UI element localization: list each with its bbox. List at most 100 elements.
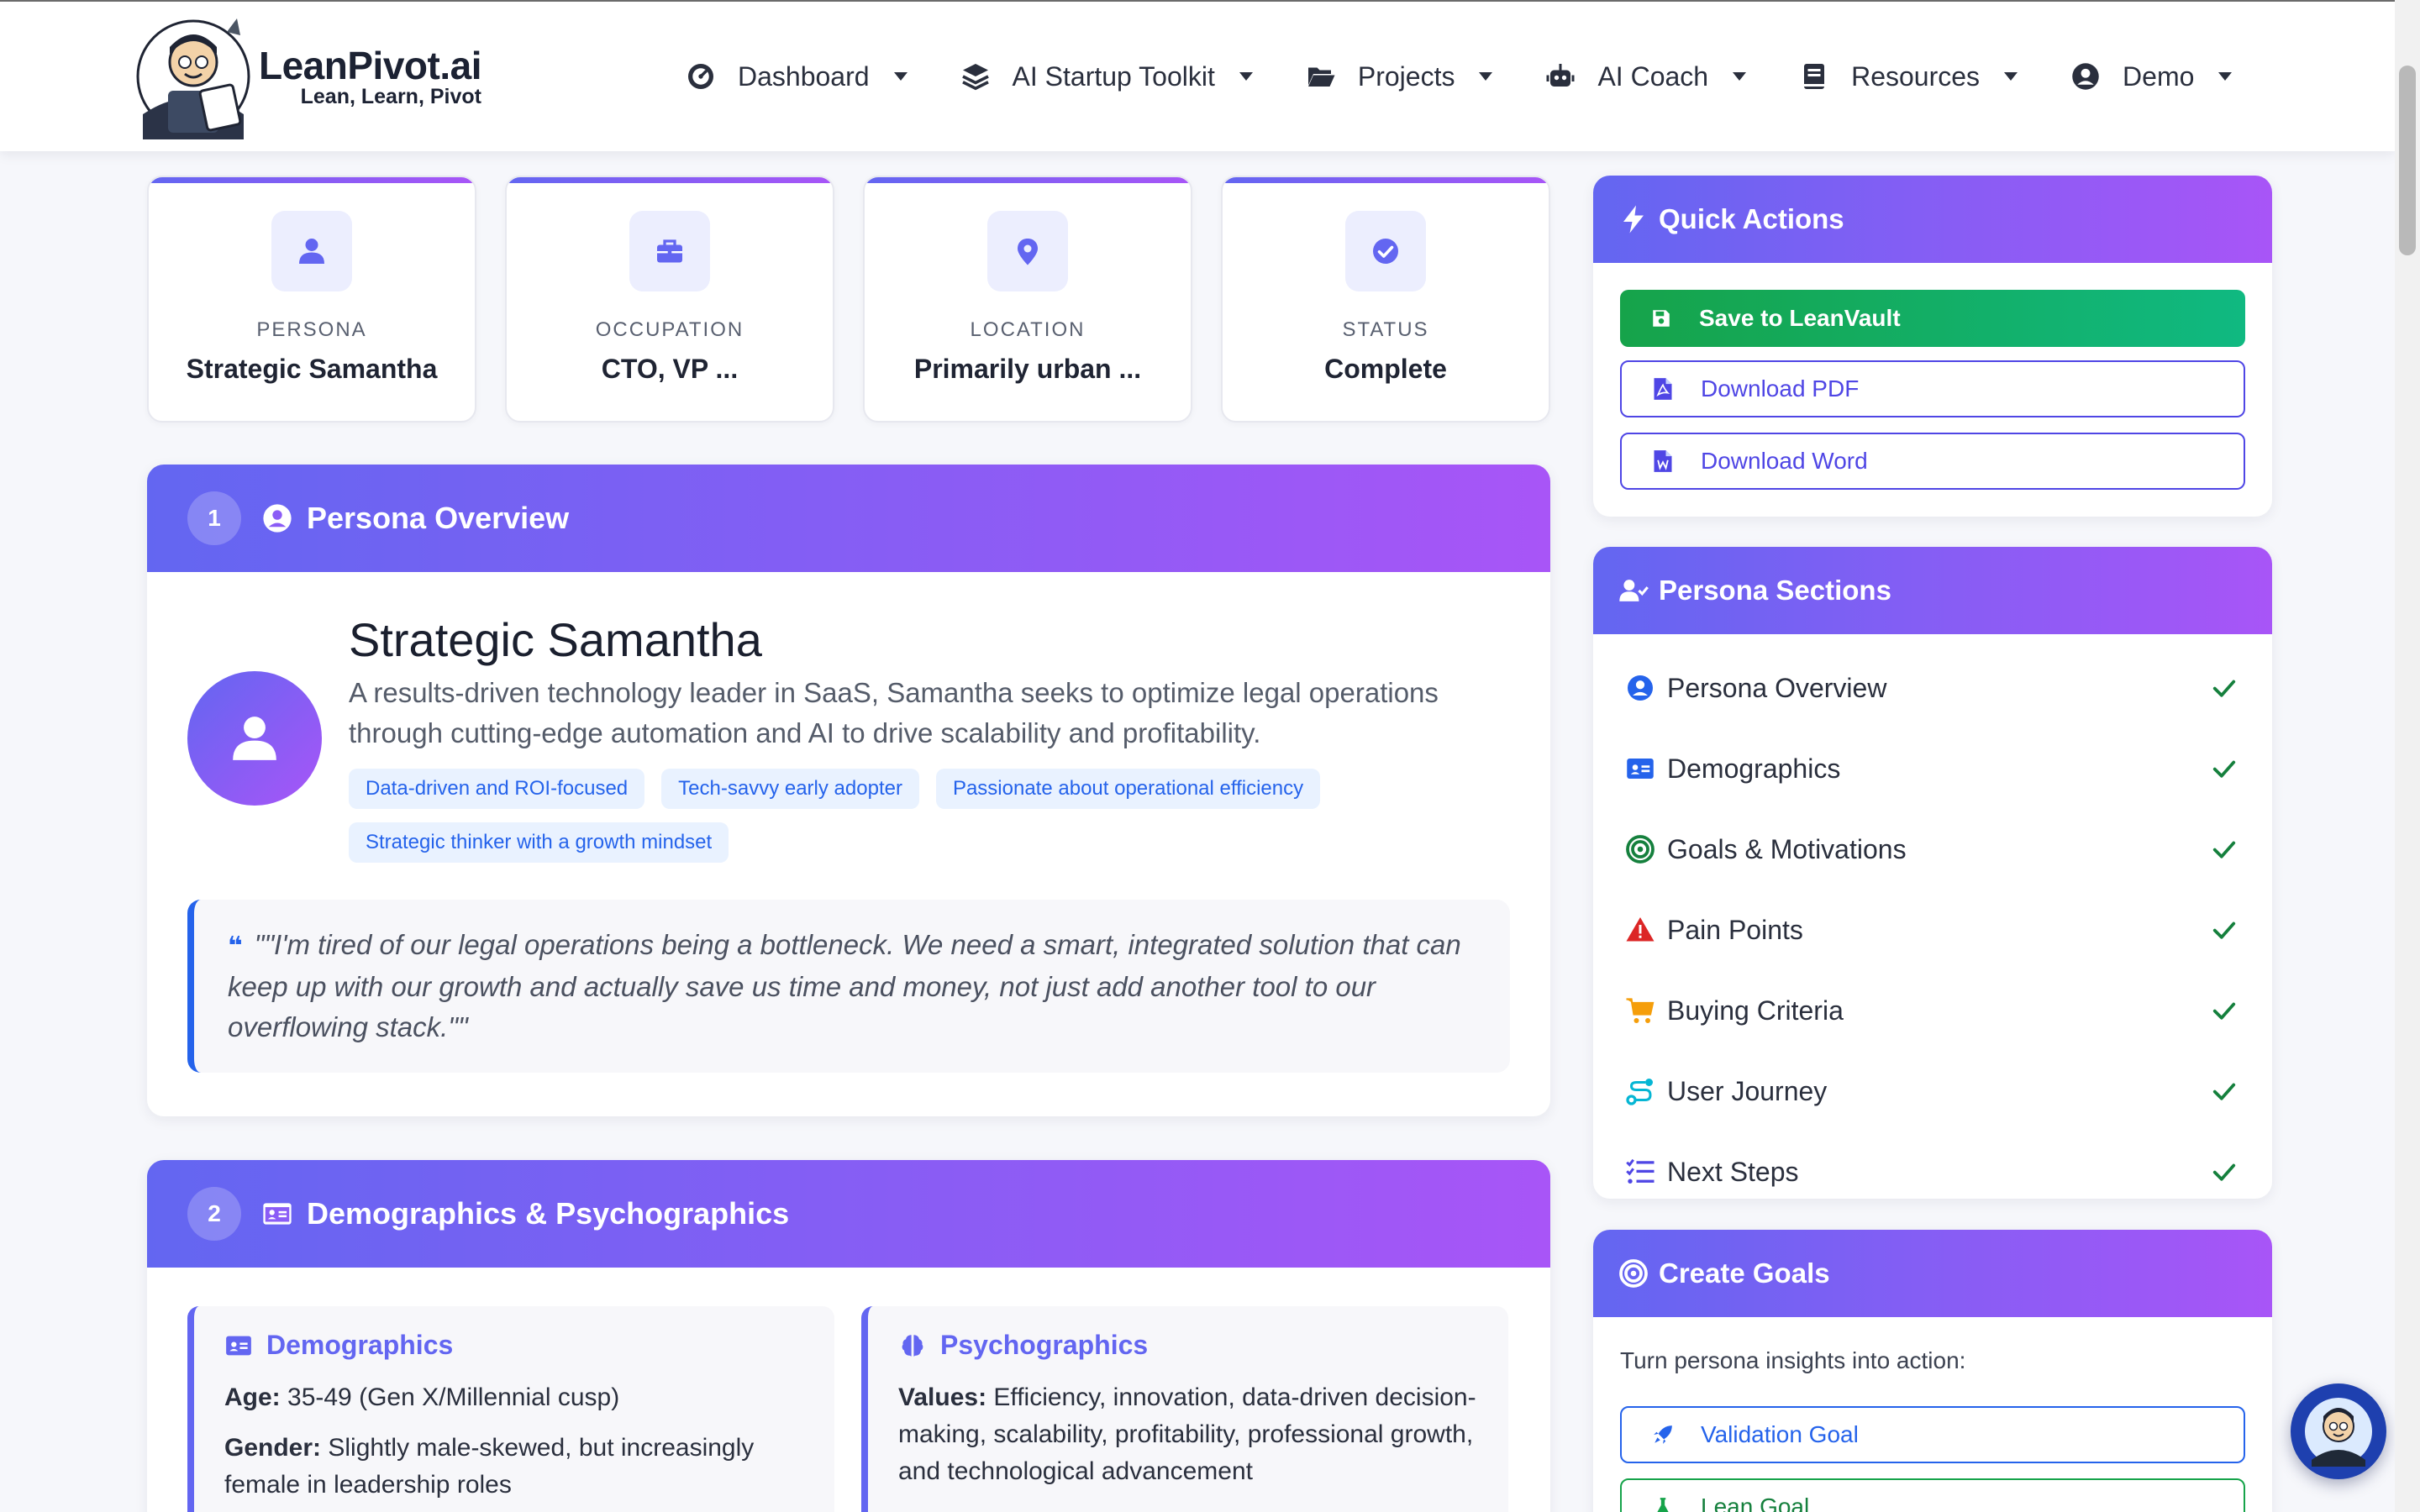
nav-resources[interactable]: Resources — [1799, 61, 2018, 92]
nav-user-demo[interactable]: Demo — [2070, 61, 2233, 92]
save-to-leanvault-button[interactable]: Save to LeanVault — [1620, 290, 2245, 347]
values-label: Values: — [898, 1383, 987, 1411]
ai-coach-chat-button[interactable] — [2291, 1383, 2386, 1479]
id-card-icon — [263, 1203, 292, 1225]
download-word-button[interactable]: Download Word — [1620, 433, 2245, 490]
section-link-persona-overview[interactable]: Persona Overview — [1625, 648, 2245, 728]
validation-goal-button[interactable]: Validation Goal — [1620, 1406, 2245, 1463]
section-link-label: Next Steps — [1667, 1156, 1799, 1187]
panel-title: Quick Actions — [1659, 203, 1844, 234]
brain-icon — [902, 1334, 923, 1357]
panel-title: Persona Sections — [1659, 575, 1891, 606]
section-link-label: User Journey — [1667, 1075, 1828, 1106]
trait-tag: Data-driven and ROI-focused — [349, 769, 645, 809]
cart-icon — [1626, 998, 1655, 1023]
stat-card-status: STATUS Complete — [1221, 176, 1550, 423]
stat-card-persona: PERSONA Strategic Samantha — [147, 176, 476, 423]
nav-dashboard[interactable]: Dashboard — [686, 61, 908, 92]
nav-demo-label: Demo — [2123, 60, 2195, 92]
id-card-icon — [1627, 759, 1654, 779]
check-circle-icon — [1373, 239, 1398, 264]
section-link-label: Buying Criteria — [1667, 995, 1844, 1026]
section-link-label: Demographics — [1667, 753, 1841, 784]
nav-projects[interactable]: Projects — [1306, 61, 1494, 92]
section-number: 1 — [187, 491, 241, 545]
check-icon — [2212, 760, 2236, 778]
user-icon — [299, 239, 324, 264]
persona-sections-panel: Persona Sections Persona Overview Demogr… — [1593, 547, 2272, 1199]
user-circle-icon — [2072, 63, 2099, 90]
main-nav: Dashboard AI Startup Toolkit Projects AI… — [686, 2, 2285, 151]
section-link-label: Persona Overview — [1667, 672, 1887, 703]
stat-value: Complete — [1324, 354, 1447, 384]
psychographics-title: Psychographics — [940, 1330, 1149, 1360]
check-icon — [2212, 921, 2236, 939]
rocket-icon — [1654, 1425, 1672, 1444]
robot-icon — [1546, 64, 1575, 87]
nav-ai-startup-toolkit[interactable]: AI Startup Toolkit — [960, 61, 1254, 92]
chevron-down-icon — [1733, 72, 1747, 81]
stat-value: Strategic Samantha — [186, 354, 438, 384]
check-icon — [2212, 1163, 2236, 1181]
panel-title: Create Goals — [1659, 1257, 1830, 1289]
quote-icon: ❝ — [228, 932, 243, 960]
file-pdf-icon — [1654, 378, 1672, 400]
user-circle-icon — [1628, 675, 1653, 701]
top-navbar: LeanPivot.ai Lean, Learn, Pivot Dashboar… — [0, 0, 2395, 151]
psychographics-card: Psychographics Values: Efficiency, innov… — [861, 1306, 1508, 1512]
chevron-down-icon — [1479, 72, 1493, 81]
section-link-pain-points[interactable]: Pain Points — [1625, 890, 2245, 970]
mascot-logo-icon — [136, 18, 250, 139]
nav-ai-coach-label: AI Coach — [1597, 60, 1709, 92]
nav-dashboard-label: Dashboard — [738, 60, 870, 92]
user-circle-icon — [263, 504, 292, 533]
scrollbar-thumb[interactable] — [2399, 66, 2416, 255]
quick-actions-panel: Quick Actions Save to LeanVault Download… — [1593, 176, 2272, 517]
section-link-label: Pain Points — [1667, 914, 1803, 945]
trait-tag: Passionate about operational efficiency — [935, 769, 1321, 809]
panel-header: Quick Actions — [1593, 176, 2272, 263]
button-label: Save to LeanVault — [1699, 305, 1901, 331]
trait-tag: Tech-savvy early adopter — [661, 769, 919, 809]
persona-tags: Data-driven and ROI-focused Tech-savvy e… — [349, 769, 1525, 876]
create-goals-subtitle: Turn persona insights into action: — [1620, 1347, 1966, 1373]
chevron-down-icon — [1239, 72, 1253, 81]
trait-tag: Strategic thinker with a growth mindset — [349, 822, 729, 863]
gauge-icon — [688, 64, 713, 89]
nav-resources-label: Resources — [1851, 60, 1981, 92]
briefcase-icon — [657, 239, 682, 263]
lean-goal-button[interactable]: Lean Goal — [1620, 1478, 2245, 1512]
section-link-demographics[interactable]: Demographics — [1625, 728, 2245, 809]
age-value: 35-49 (Gen X/Millennial cusp) — [287, 1383, 620, 1411]
mascot-avatar-icon — [2305, 1398, 2372, 1467]
section-link-user-journey[interactable]: User Journey — [1625, 1051, 2245, 1131]
chevron-down-icon — [2004, 72, 2018, 81]
brand-logo[interactable]: LeanPivot.ai Lean, Learn, Pivot — [134, 13, 481, 139]
section-title: Persona Overview — [307, 501, 570, 535]
chevron-down-icon — [2218, 72, 2233, 81]
check-icon — [2212, 680, 2236, 697]
section-title: Demographics & Psychographics — [307, 1196, 790, 1231]
stat-value: CTO, VP ... — [601, 354, 739, 384]
persona-quote: ❝ ""I'm tired of our legal operations bei… — [187, 900, 1510, 1073]
quote-text: ""I'm tired of our legal operations bein… — [228, 929, 1461, 1042]
section-link-goals-motivations[interactable]: Goals & Motivations — [1625, 809, 2245, 890]
stat-label: LOCATION — [970, 318, 1086, 341]
map-pin-icon — [1018, 239, 1038, 265]
nav-ai-coach[interactable]: AI Coach — [1545, 61, 1747, 92]
route-icon — [1626, 1079, 1653, 1105]
section-link-buying-criteria[interactable]: Buying Criteria — [1625, 970, 2245, 1051]
section-link-next-steps[interactable]: Next Steps — [1625, 1131, 2245, 1199]
download-pdf-button[interactable]: Download PDF — [1620, 360, 2245, 417]
demographics-card: Demographics Age: 35-49 (Gen X/Millennia… — [187, 1306, 834, 1512]
section-number: 2 — [187, 1187, 241, 1241]
button-label: Download Word — [1701, 448, 1868, 474]
folder-open-icon — [1307, 67, 1335, 87]
stat-label: OCCUPATION — [595, 318, 744, 341]
persona-avatar — [187, 671, 322, 806]
stat-label: STATUS — [1342, 318, 1429, 341]
age-label: Age: — [224, 1383, 281, 1411]
demographics-title: Demographics — [266, 1330, 454, 1360]
target-icon — [1626, 835, 1655, 864]
button-label: Download PDF — [1701, 375, 1860, 402]
